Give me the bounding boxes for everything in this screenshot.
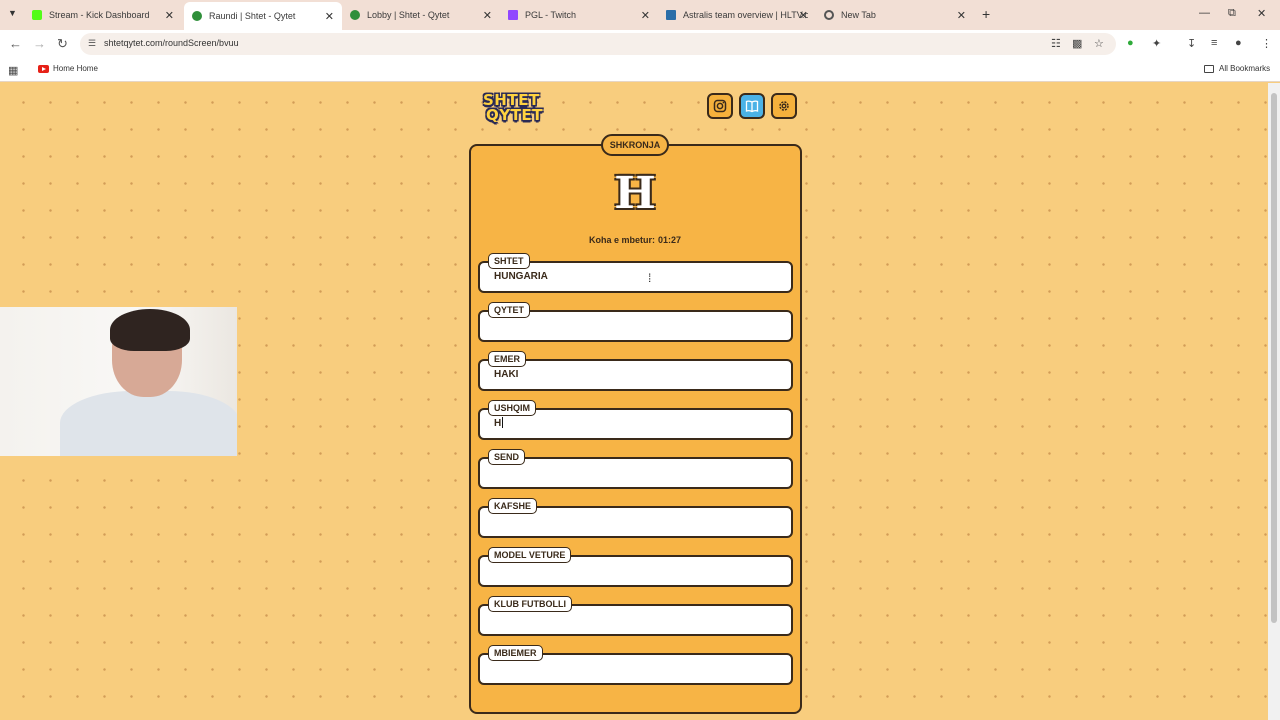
puzzle-icon[interactable]: ✦ [1152, 37, 1161, 50]
tab-search-icon[interactable]: ▼ [8, 8, 17, 18]
round-letter: H [614, 168, 656, 219]
timer: Koha e mbetur: 01:27 [560, 235, 710, 245]
field-label-mbiemer: MBIEMER [488, 645, 543, 661]
timer-label: Koha e mbetur: [588, 235, 655, 245]
download-icon[interactable]: ↧ [1187, 37, 1196, 50]
chrome-icon [824, 10, 834, 20]
close-icon[interactable]: ✕ [957, 9, 966, 22]
logo-text-line2: QYTET [486, 106, 543, 124]
url-text[interactable]: shtetqytet.com/roundScreen/bvuu [104, 38, 239, 48]
timer-value: 01:27 [657, 235, 682, 245]
tab-label: Lobby | Shtet - Qytet [367, 10, 450, 20]
bookmark-label: Home Home [53, 64, 98, 73]
tab-label: New Tab [841, 10, 876, 20]
shtet-qytet-icon [350, 10, 360, 20]
reload-icon[interactable]: ↻ [57, 36, 68, 52]
tab-lobby[interactable]: Lobby | Shtet - Qytet ✕ [342, 4, 500, 26]
close-icon[interactable]: ✕ [165, 9, 174, 22]
site-info-icon[interactable]: ☰ [88, 38, 96, 49]
field-label-model-veture: MODEL VETURE [488, 547, 572, 563]
media-icon[interactable]: ≡ [1211, 37, 1217, 49]
close-icon[interactable]: ✕ [325, 10, 334, 23]
gear-icon [779, 101, 789, 111]
send-input[interactable] [478, 457, 793, 489]
new-tab-button[interactable]: + [982, 6, 990, 22]
field-label-emer: EMER [488, 351, 527, 367]
mouse-text-cursor: ⁞ [648, 271, 652, 285]
cast-icon[interactable]: ▩ [1072, 37, 1082, 50]
forward-icon[interactable]: → [33, 36, 46, 51]
webcam-overlay [0, 307, 237, 456]
profile-avatar[interactable]: ● [1235, 37, 1242, 49]
twitch-icon [508, 10, 518, 20]
round-label-badge: SHKRONJA [601, 134, 669, 156]
settings-button[interactable] [771, 93, 797, 119]
scrollbar[interactable] [1268, 83, 1280, 720]
field-label-kafshe: KAFSHE [488, 498, 538, 514]
instagram-button[interactable] [707, 93, 733, 119]
webcam-person-shirt [60, 391, 237, 456]
tab-label: Astralis team overview | HLTV.o [683, 10, 808, 20]
scrollbar-thumb[interactable] [1271, 93, 1277, 623]
translate-icon[interactable]: ☷ [1051, 37, 1061, 50]
field-label-shtet: SHTET [488, 253, 530, 269]
menu-icon[interactable]: ⋮ [1261, 37, 1272, 50]
bookmark-home[interactable]: Home Home [38, 64, 98, 73]
text-caret [502, 417, 503, 428]
bookmark-star-icon[interactable]: ☆ [1094, 37, 1104, 50]
field-label-klub-futbolli: KLUB FUTBOLLI [488, 596, 572, 612]
kick-icon [32, 10, 42, 20]
extension-icon[interactable]: ● [1127, 37, 1134, 49]
tab-label: PGL - Twitch [525, 10, 577, 20]
site-logo[interactable]: SHTET QYTET [482, 91, 548, 125]
tab-label: Raundi | Shtet - Qytet [209, 11, 296, 21]
book-icon [745, 100, 759, 113]
close-icon[interactable]: ✕ [641, 9, 650, 22]
tab-new-tab[interactable]: New Tab ✕ [816, 4, 974, 26]
tab-hltv[interactable]: Astralis team overview | HLTV.o ✕ [658, 4, 816, 26]
restore-icon[interactable]: ⧉ [1228, 7, 1236, 20]
bookmark-label: All Bookmarks [1219, 64, 1271, 73]
rules-book-button[interactable] [739, 93, 765, 119]
field-value-shtet: HUNGARIA [494, 271, 548, 282]
folder-icon [1204, 64, 1214, 73]
field-label-qytet: QYTET [488, 302, 531, 318]
webcam-person-hair [110, 309, 190, 351]
close-icon[interactable]: ✕ [799, 9, 808, 22]
field-label-send: SEND [488, 449, 526, 465]
address-bar: ← → ↻ ☰ shtetqytet.com/roundScreen/bvuu … [0, 30, 1280, 58]
tab-kick-dashboard[interactable]: Stream - Kick Dashboard ✕ [24, 4, 182, 26]
tab-raundi[interactable]: Raundi | Shtet - Qytet ✕ [184, 2, 342, 30]
hltv-icon [666, 10, 676, 20]
all-bookmarks[interactable]: All Bookmarks [1204, 64, 1270, 73]
close-icon[interactable]: ✕ [483, 9, 492, 22]
field-value-ushqim: H [494, 418, 502, 429]
shtet-qytet-icon [192, 11, 202, 21]
window-close-icon[interactable]: ✕ [1257, 7, 1266, 20]
field-label-ushqim: USHQIM [488, 400, 536, 416]
instagram-icon [713, 99, 727, 113]
tab-twitch[interactable]: PGL - Twitch ✕ [500, 4, 658, 26]
apps-icon[interactable]: ▦ [8, 64, 18, 77]
minimize-icon[interactable]: — [1199, 7, 1210, 19]
field-value-emer: HAKI [494, 369, 519, 380]
youtube-icon [38, 64, 49, 73]
back-icon[interactable]: ← [9, 36, 22, 51]
tab-bar: ▼ Stream - Kick Dashboard ✕ Raundi | Sht… [0, 0, 1280, 30]
tab-label: Stream - Kick Dashboard [49, 10, 150, 20]
bookmarks-bar: ▦ Home Home All Bookmarks [0, 58, 1280, 82]
